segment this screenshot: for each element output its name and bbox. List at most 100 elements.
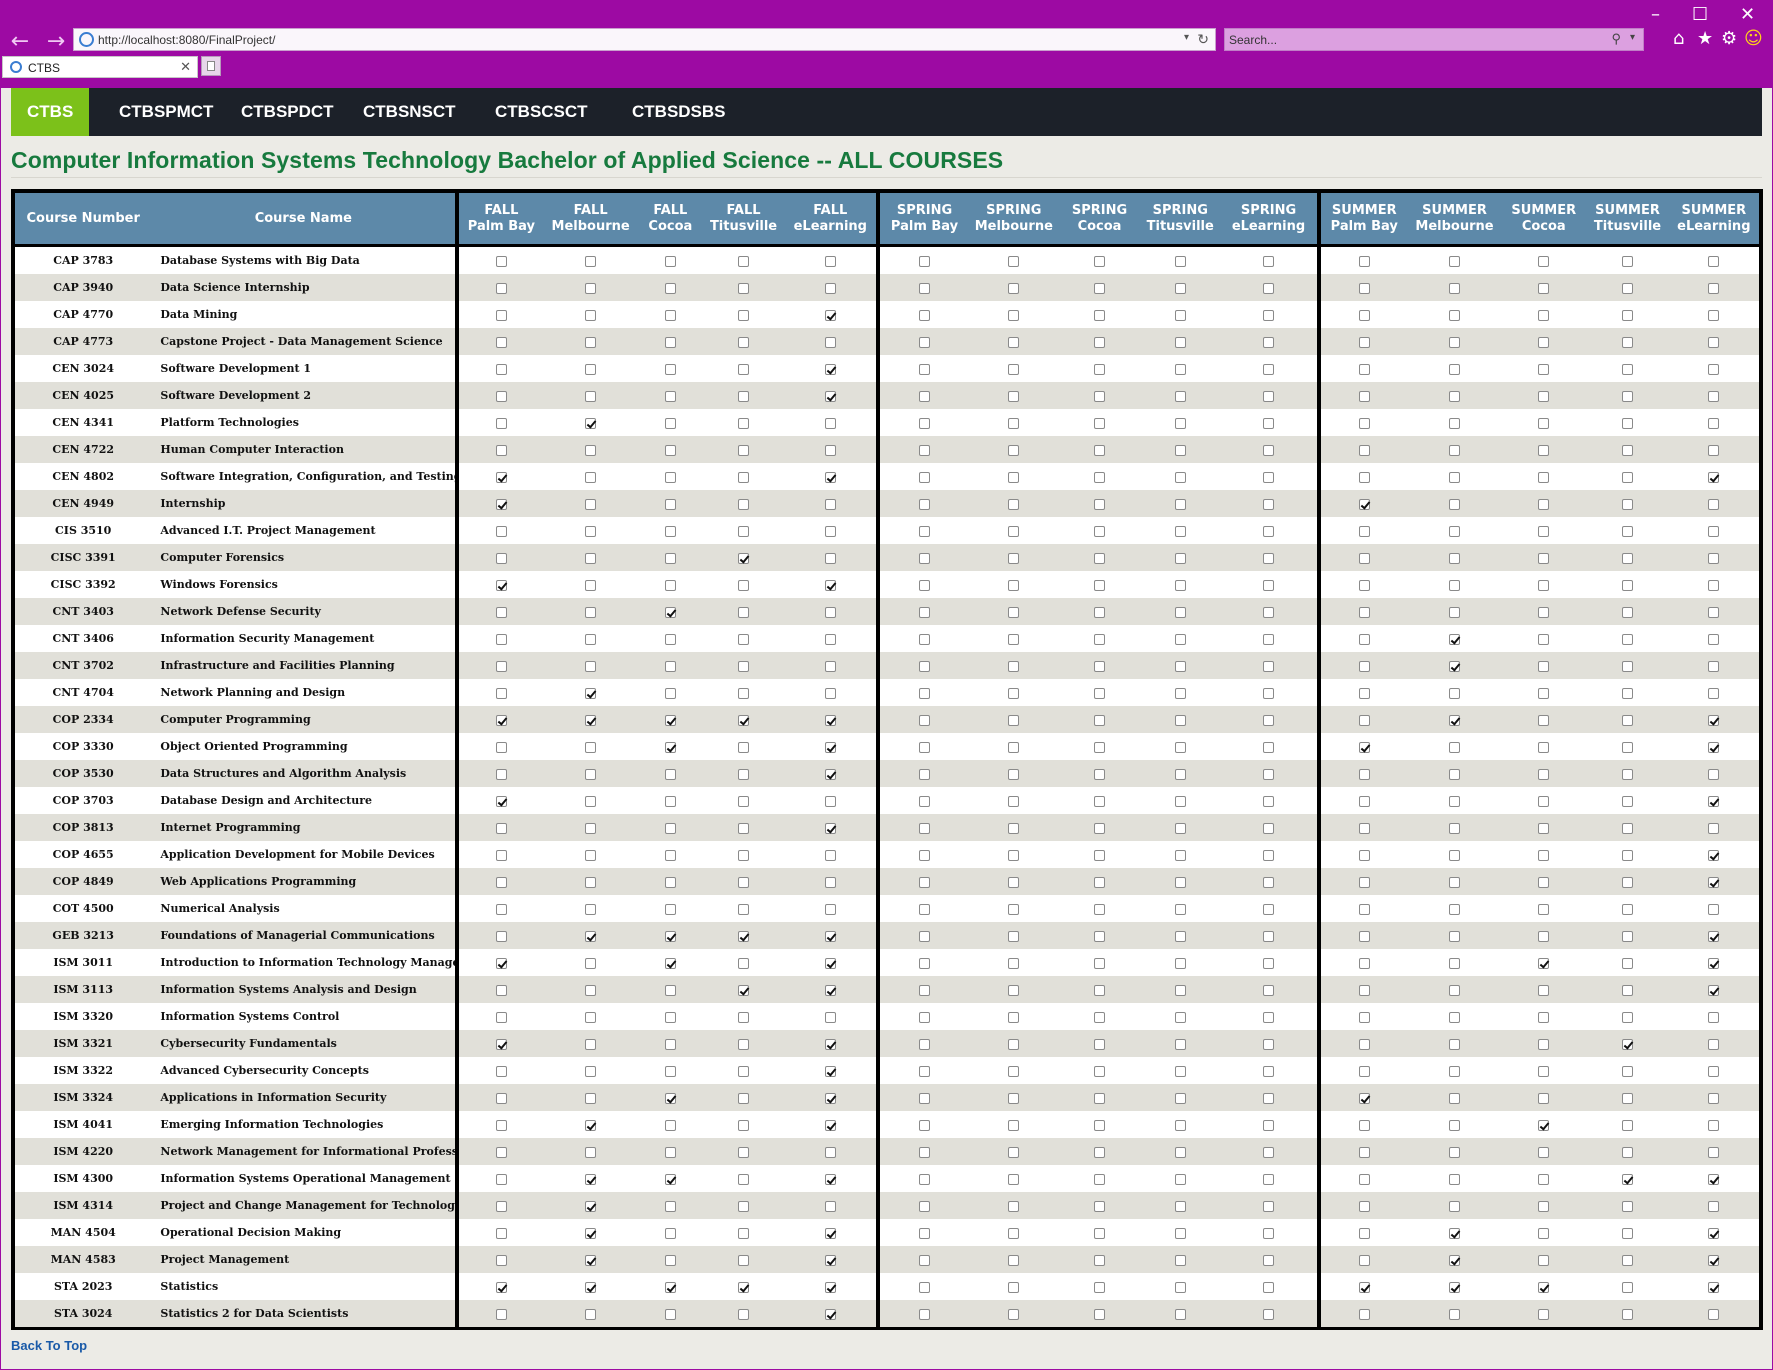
back-to-top-link[interactable]: Back To Top: [11, 1338, 87, 1353]
offering-checkbox[interactable]: [1449, 282, 1461, 294]
offering-checkbox[interactable]: [1094, 903, 1106, 915]
offering-checkbox[interactable]: [495, 471, 507, 483]
offering-checkbox[interactable]: [1263, 1200, 1274, 1212]
offering-checkbox[interactable]: [1449, 444, 1461, 456]
offering-checkbox[interactable]: [824, 417, 836, 429]
offering-checkbox[interactable]: [1449, 984, 1461, 996]
offering-checkbox[interactable]: [664, 903, 676, 915]
offering-checkbox[interactable]: [495, 417, 507, 429]
offering-checkbox[interactable]: [1622, 1308, 1633, 1320]
offering-checkbox[interactable]: [919, 552, 931, 564]
offering-checkbox[interactable]: [1358, 1038, 1370, 1050]
smiley-feedback-icon[interactable]: ☺: [1744, 28, 1763, 50]
offering-checkbox[interactable]: [738, 876, 750, 888]
offering-checkbox[interactable]: [824, 903, 836, 915]
offering-checkbox[interactable]: [1094, 417, 1106, 429]
offering-checkbox[interactable]: [1538, 1281, 1550, 1293]
offering-checkbox[interactable]: [919, 714, 931, 726]
offering-checkbox[interactable]: [1449, 471, 1461, 483]
offering-checkbox[interactable]: [1358, 1254, 1370, 1266]
offering-checkbox[interactable]: [585, 1038, 597, 1050]
offering-checkbox[interactable]: [738, 498, 750, 510]
offering-checkbox[interactable]: [664, 1011, 676, 1023]
offering-checkbox[interactable]: [1708, 957, 1720, 969]
home-icon[interactable]: ⌂: [1673, 28, 1684, 50]
offering-checkbox[interactable]: [1094, 957, 1106, 969]
offering-checkbox[interactable]: [1449, 741, 1461, 753]
offering-checkbox[interactable]: [1263, 849, 1274, 861]
offering-checkbox[interactable]: [1538, 687, 1550, 699]
offering-checkbox[interactable]: [664, 417, 676, 429]
offering-checkbox[interactable]: [1263, 390, 1274, 402]
offering-checkbox[interactable]: [1708, 525, 1720, 537]
offering-checkbox[interactable]: [1358, 1281, 1370, 1293]
offering-checkbox[interactable]: [1449, 1146, 1461, 1158]
offering-checkbox[interactable]: [1094, 849, 1106, 861]
offering-checkbox[interactable]: [919, 795, 931, 807]
offering-checkbox[interactable]: [1008, 1146, 1020, 1158]
offering-checkbox[interactable]: [1708, 1254, 1720, 1266]
offering-checkbox[interactable]: [738, 444, 750, 456]
offering-checkbox[interactable]: [1708, 795, 1720, 807]
offering-checkbox[interactable]: [1358, 1092, 1370, 1104]
offering-checkbox[interactable]: [495, 849, 507, 861]
offering-checkbox[interactable]: [1622, 1038, 1633, 1050]
offering-checkbox[interactable]: [1708, 984, 1720, 996]
offering-checkbox[interactable]: [1449, 930, 1461, 942]
offering-checkbox[interactable]: [1538, 741, 1550, 753]
offering-checkbox[interactable]: [1449, 552, 1461, 564]
offering-checkbox[interactable]: [1174, 1038, 1186, 1050]
offering-checkbox[interactable]: [1174, 660, 1186, 672]
offering-checkbox[interactable]: [1008, 1227, 1020, 1239]
offering-checkbox[interactable]: [1174, 1173, 1186, 1185]
offering-checkbox[interactable]: [1174, 957, 1186, 969]
offering-checkbox[interactable]: [1008, 633, 1020, 645]
offering-checkbox[interactable]: [1094, 255, 1106, 267]
offering-checkbox[interactable]: [738, 1119, 750, 1131]
offering-checkbox[interactable]: [1622, 795, 1633, 807]
offering-checkbox[interactable]: [1263, 984, 1274, 996]
offering-checkbox[interactable]: [824, 633, 836, 645]
offering-checkbox[interactable]: [585, 444, 597, 456]
offering-checkbox[interactable]: [1008, 1038, 1020, 1050]
offering-checkbox[interactable]: [495, 579, 507, 591]
offering-checkbox[interactable]: [495, 1011, 507, 1023]
offering-checkbox[interactable]: [1008, 1173, 1020, 1185]
offering-checkbox[interactable]: [1008, 795, 1020, 807]
new-tab-button[interactable]: [201, 56, 221, 76]
offering-checkbox[interactable]: [1358, 1146, 1370, 1158]
offering-checkbox[interactable]: [585, 363, 597, 375]
offering-checkbox[interactable]: [824, 444, 836, 456]
offering-checkbox[interactable]: [1538, 714, 1550, 726]
offering-checkbox[interactable]: [1094, 984, 1106, 996]
search-input[interactable]: [1229, 31, 1589, 48]
offering-checkbox[interactable]: [919, 390, 931, 402]
offering-checkbox[interactable]: [1008, 606, 1020, 618]
offering-checkbox[interactable]: [664, 822, 676, 834]
address-bar[interactable]: http://localhost:8080/FinalProject/ ▾ ↻: [73, 28, 1216, 51]
offering-checkbox[interactable]: [1263, 1173, 1274, 1185]
offering-checkbox[interactable]: [664, 363, 676, 375]
offering-checkbox[interactable]: [1708, 633, 1720, 645]
offering-checkbox[interactable]: [664, 849, 676, 861]
offering-checkbox[interactable]: [495, 1146, 507, 1158]
offering-checkbox[interactable]: [738, 660, 750, 672]
offering-checkbox[interactable]: [1094, 1173, 1106, 1185]
offering-checkbox[interactable]: [1538, 309, 1550, 321]
offering-checkbox[interactable]: [1622, 768, 1633, 780]
offering-checkbox[interactable]: [1538, 444, 1550, 456]
offering-checkbox[interactable]: [1449, 255, 1461, 267]
offering-checkbox[interactable]: [585, 579, 597, 591]
offering-checkbox[interactable]: [1174, 903, 1186, 915]
offering-checkbox[interactable]: [664, 1092, 676, 1104]
offering-checkbox[interactable]: [495, 633, 507, 645]
offering-checkbox[interactable]: [495, 336, 507, 348]
offering-checkbox[interactable]: [824, 579, 836, 591]
offering-checkbox[interactable]: [1358, 309, 1370, 321]
offering-checkbox[interactable]: [1538, 1038, 1550, 1050]
offering-checkbox[interactable]: [1358, 606, 1370, 618]
nav-item-ctbspmct[interactable]: CTBSPMCT: [103, 88, 229, 136]
offering-checkbox[interactable]: [1708, 417, 1720, 429]
search-dropdown-icon[interactable]: ▾: [1630, 32, 1635, 43]
offering-checkbox[interactable]: [1708, 1038, 1720, 1050]
